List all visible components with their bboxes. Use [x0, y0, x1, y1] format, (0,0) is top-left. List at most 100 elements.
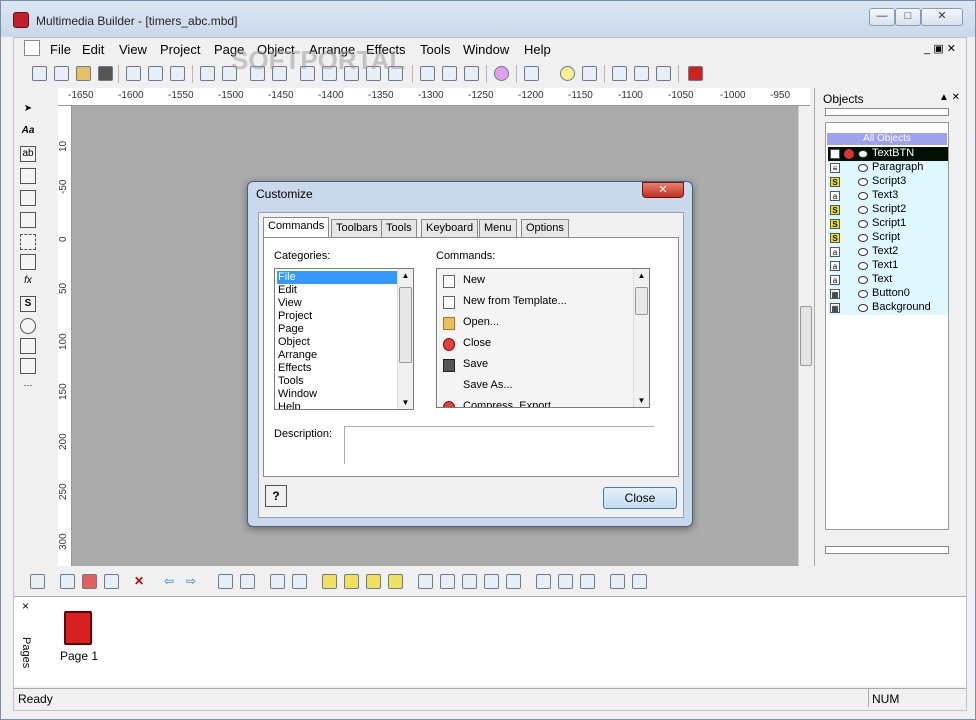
category-item[interactable]: Edit — [277, 284, 397, 297]
commands-scrollbar[interactable]: ▲ ▼ — [633, 269, 649, 407]
object-row[interactable]: S Script3 — [828, 175, 948, 189]
compile-icon[interactable] — [688, 66, 703, 81]
color-icon[interactable] — [494, 66, 509, 81]
tool-icon-9[interactable] — [634, 66, 649, 81]
script-tool-icon[interactable]: S — [20, 296, 36, 312]
commands-list[interactable]: New New from Template... Open... Close S… — [436, 268, 650, 408]
command-close[interactable]: Close — [443, 336, 633, 356]
align-icon-4[interactable] — [292, 574, 307, 589]
object-row[interactable]: ≡ Paragraph — [828, 161, 948, 175]
mdi-controls[interactable]: _ ▣ ✕ — [924, 42, 956, 55]
tab-options[interactable]: Options — [521, 219, 569, 237]
textbox-tool-icon[interactable]: ab — [20, 146, 36, 162]
object-row[interactable]: a Text3 — [828, 189, 948, 203]
category-item[interactable]: Help — [277, 401, 397, 409]
visibility-eye-icon[interactable] — [858, 164, 868, 172]
rect-tool-icon[interactable] — [20, 212, 36, 228]
align-icon-1[interactable] — [218, 574, 233, 589]
template-icon[interactable] — [54, 66, 69, 81]
object-row[interactable]: a Text1 — [828, 259, 948, 273]
menu-edit[interactable]: Edit — [82, 42, 104, 57]
category-item[interactable]: Window — [277, 388, 397, 401]
canvas-vertical-scrollbar[interactable] — [798, 106, 812, 566]
categories-list[interactable]: File Edit View Project Page Object Arran… — [274, 268, 414, 410]
resize-tool-icon[interactable] — [20, 358, 36, 374]
more-tools-icon[interactable]: ⋯ — [20, 378, 36, 394]
menu-help[interactable]: Help — [524, 42, 551, 57]
objects-list[interactable]: All Objects □ TextBTN ≡ Paragraph S Script3 a T… — [825, 122, 949, 530]
image-tool-icon[interactable] — [20, 168, 36, 184]
command-save-as[interactable]: Save As... — [443, 378, 633, 398]
tool-icon-8[interactable] — [612, 66, 627, 81]
category-item[interactable]: Arrange — [277, 349, 397, 362]
visibility-eye-icon[interactable] — [858, 304, 868, 312]
object-tool-icon[interactable] — [20, 338, 36, 354]
space-icon-1[interactable] — [610, 574, 625, 589]
dialog-close-icon[interactable]: ✕ — [642, 182, 684, 198]
layer-icon-2[interactable] — [82, 574, 97, 589]
command-new-from-template[interactable]: New from Template... — [443, 294, 633, 314]
pointer-icon[interactable]: ➤ — [20, 102, 36, 118]
command-open[interactable]: Open... — [443, 315, 633, 335]
align-icon-3[interactable] — [270, 574, 285, 589]
group-icon-1[interactable] — [322, 574, 337, 589]
page-props-icon[interactable] — [30, 574, 45, 589]
tool-icon-6[interactable] — [442, 66, 457, 81]
button-tool-icon[interactable] — [20, 190, 36, 206]
tab-keyboard[interactable]: Keyboard — [421, 219, 479, 237]
distribute-icon-2[interactable] — [440, 574, 455, 589]
size-icon-1[interactable] — [536, 574, 551, 589]
open-icon[interactable] — [76, 66, 91, 81]
category-item[interactable]: Project — [277, 310, 397, 323]
group-icon-3[interactable] — [366, 574, 381, 589]
object-row[interactable]: a Text — [828, 273, 948, 287]
app-icon[interactable] — [13, 12, 29, 28]
video-tool-icon[interactable] — [20, 254, 36, 270]
align-icon-2[interactable] — [240, 574, 255, 589]
text-tool-icon[interactable]: Aa — [20, 124, 36, 140]
object-row[interactable]: S Script — [828, 231, 948, 245]
flip-icon[interactable] — [420, 66, 435, 81]
menu-view[interactable]: View — [119, 42, 147, 57]
tab-menu[interactable]: Menu — [479, 219, 517, 237]
category-item[interactable]: Tools — [277, 375, 397, 388]
category-item[interactable]: File — [277, 271, 397, 284]
categories-scrollbar[interactable]: ▲ ▼ — [397, 269, 413, 409]
command-save[interactable]: Save — [443, 357, 633, 377]
delete-circle-icon[interactable] — [844, 149, 854, 159]
tab-tools[interactable]: Tools — [381, 219, 417, 237]
tool-icon-7[interactable] — [464, 66, 479, 81]
page-name[interactable]: Page 1 — [60, 649, 98, 663]
minimize-button[interactable]: — — [869, 8, 895, 26]
undo-icon[interactable] — [200, 66, 215, 81]
distribute-icon-3[interactable] — [462, 574, 477, 589]
category-item[interactable]: Effects — [277, 362, 397, 375]
space-icon-2[interactable] — [632, 574, 647, 589]
document-icon[interactable] — [24, 40, 40, 56]
object-row[interactable]: a Text2 — [828, 245, 948, 259]
panel-close-icon[interactable]: ▲ ✕ — [939, 92, 960, 103]
dialog-close-button[interactable]: Close — [603, 487, 677, 509]
visibility-eye-icon[interactable] — [858, 248, 868, 256]
visibility-eye-icon[interactable] — [858, 178, 868, 186]
visibility-eye-icon[interactable] — [858, 192, 868, 200]
object-row[interactable]: S Script1 — [828, 217, 948, 231]
category-item[interactable]: Page — [277, 323, 397, 336]
menu-tools[interactable]: Tools — [420, 42, 450, 57]
save-icon[interactable] — [98, 66, 113, 81]
object-row[interactable]: ▦ Background — [828, 301, 948, 315]
object-row[interactable]: S Script2 — [828, 203, 948, 217]
distribute-icon-4[interactable] — [484, 574, 499, 589]
visibility-eye-icon[interactable] — [858, 276, 868, 284]
fx-tool-icon[interactable]: fx — [20, 274, 36, 290]
timer-tool-icon[interactable] — [20, 318, 36, 334]
center-icon[interactable] — [506, 574, 521, 589]
back-arrow-icon[interactable]: ⇦ — [164, 574, 179, 589]
tab-commands[interactable]: Commands — [263, 217, 330, 238]
menu-window[interactable]: Window — [463, 42, 509, 57]
star-icon[interactable] — [582, 66, 597, 81]
visibility-eye-icon[interactable] — [858, 234, 868, 242]
wand-icon[interactable] — [524, 66, 539, 81]
paste-special-icon[interactable] — [170, 66, 185, 81]
menu-project[interactable]: Project — [160, 42, 200, 57]
